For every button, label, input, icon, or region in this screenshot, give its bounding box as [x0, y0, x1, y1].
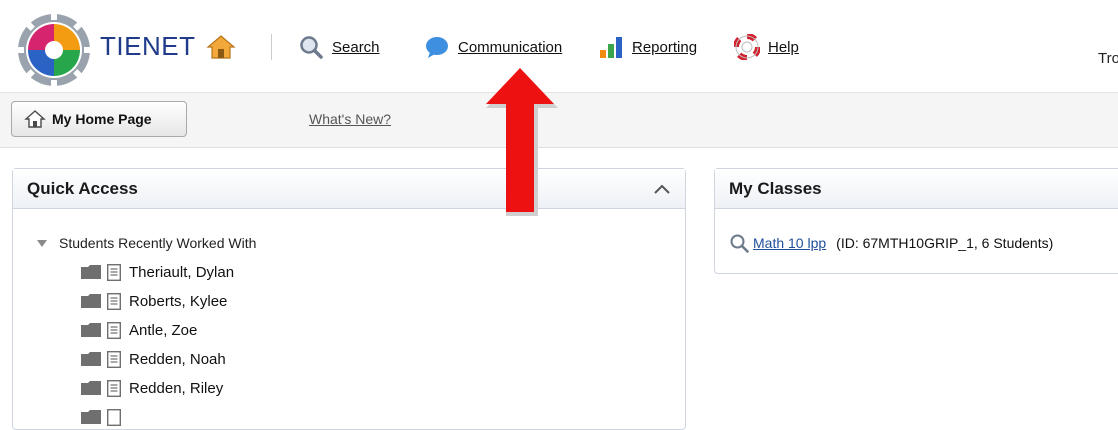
my-home-page-label: My Home Page: [52, 111, 152, 127]
chevron-up-icon[interactable]: [651, 179, 673, 199]
quick-access-panel: Quick Access Students Recently Worked Wi…: [12, 168, 686, 430]
my-classes-panel: My Classes Math 10 lpp (ID: 67MTH10GRIP_…: [714, 168, 1118, 274]
user-name-partial[interactable]: Tro: [1098, 50, 1118, 67]
folder-icon: [81, 410, 101, 424]
header-divider: [271, 34, 272, 60]
folder-icon: [81, 323, 101, 337]
home-outline-icon: [24, 110, 46, 128]
student-name: Roberts, Kylee: [129, 292, 228, 310]
nav-communication[interactable]: Communication: [424, 34, 562, 60]
student-name: Redden, Riley: [129, 379, 224, 397]
folder-icon: [81, 294, 101, 308]
student-item[interactable]: Theriault, Dylan: [81, 261, 234, 283]
folder-icon: [81, 265, 101, 279]
nav-help-label: Help: [768, 38, 799, 56]
quick-access-header: Quick Access: [13, 169, 685, 209]
student-name: Theriault, Dylan: [129, 263, 235, 281]
nav-search[interactable]: Search: [298, 34, 380, 60]
quick-access-title: Quick Access: [27, 178, 138, 198]
speech-bubble-icon: [426, 37, 448, 58]
my-classes-title: My Classes: [729, 178, 822, 198]
group-label: Students Recently Worked With: [59, 235, 257, 251]
student-name: Redden, Noah: [129, 350, 226, 368]
student-item[interactable]: Roberts, Kylee: [81, 290, 227, 312]
document-icon: [107, 408, 121, 426]
nav-communication-label: Communication: [458, 38, 563, 56]
student-item[interactable]: Redden, Riley: [81, 377, 223, 399]
nav-help[interactable]: Help: [734, 34, 799, 60]
student-item[interactable]: Antle, Zoe: [81, 319, 197, 341]
red-arrow-annotation-icon: [486, 68, 558, 216]
document-icon: [107, 263, 121, 281]
my-home-page-button[interactable]: My Home Page: [11, 101, 187, 137]
document-icon: [107, 321, 121, 339]
magnifier-icon[interactable]: [729, 233, 749, 253]
document-icon: [107, 292, 121, 310]
folder-icon: [81, 352, 101, 366]
my-classes-header: My Classes: [715, 169, 1118, 209]
home-icon[interactable]: [206, 34, 236, 60]
student-name: Antle, Zoe: [129, 321, 198, 339]
document-icon: [107, 350, 121, 368]
magnifier-icon: [300, 36, 323, 59]
student-item-partial[interactable]: [81, 406, 129, 428]
expand-triangle-icon: [37, 239, 47, 247]
tienet-logo-icon: [14, 10, 94, 90]
class-row: Math 10 lpp (ID: 67MTH10GRIP_1, 6 Studen…: [729, 233, 1053, 253]
nav-reporting[interactable]: Reporting: [598, 34, 697, 60]
brand-name: TIENET: [100, 31, 196, 61]
student-item[interactable]: Redden, Noah: [81, 348, 226, 370]
class-meta: (ID: 67MTH10GRIP_1, 6 Students): [836, 235, 1054, 251]
lifebuoy-icon: [734, 34, 760, 60]
folder-icon: [81, 381, 101, 395]
bar-chart-icon: [600, 37, 622, 58]
whats-new-link[interactable]: What's New?: [309, 111, 391, 127]
nav-search-label: Search: [332, 38, 380, 56]
nav-reporting-label: Reporting: [632, 38, 698, 56]
class-link[interactable]: Math 10 lpp: [753, 235, 826, 251]
students-recently-worked-with-group[interactable]: Students Recently Worked With: [37, 235, 256, 251]
document-icon: [107, 379, 121, 397]
